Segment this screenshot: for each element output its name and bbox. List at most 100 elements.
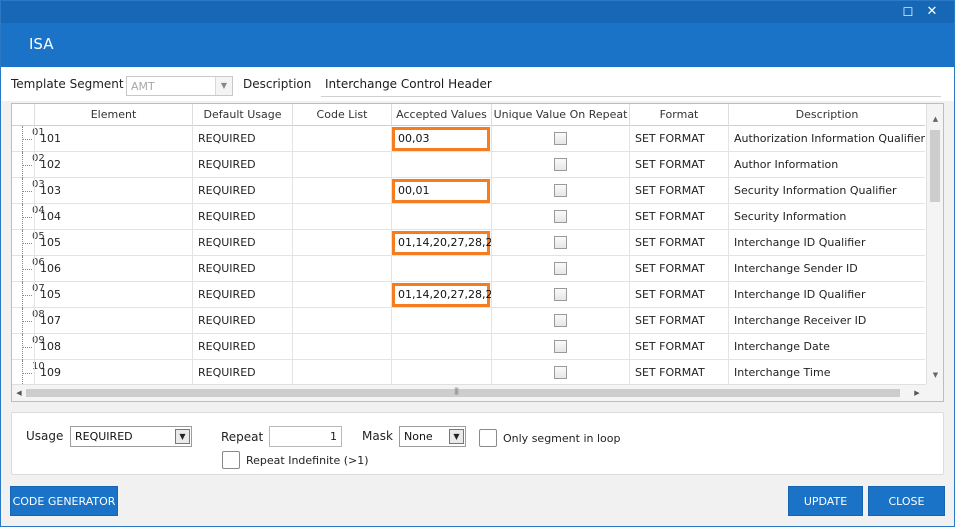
element-cell[interactable]: 105 [34, 230, 192, 256]
default-usage-cell[interactable]: REQUIRED [192, 230, 292, 256]
table-row[interactable]: 06 106 REQUIRED SET FORMAT Interchange Sende… [12, 256, 925, 282]
code-list-cell[interactable] [292, 308, 391, 334]
scroll-left-icon[interactable]: ◀ [13, 386, 25, 400]
element-cell[interactable]: 108 [34, 334, 192, 360]
column-header[interactable]: Default Usage [192, 104, 292, 126]
element-cell[interactable]: 103 [34, 178, 192, 204]
default-usage-cell[interactable]: REQUIRED [192, 334, 292, 360]
close-icon[interactable]: ✕ [923, 4, 941, 20]
unique-value-checkbox[interactable] [554, 366, 567, 379]
table-row[interactable]: 07 105 REQUIRED 01,14,20,27,28,2 SET FORMAT I… [12, 282, 925, 308]
element-cell[interactable]: 106 [34, 256, 192, 282]
accepted-values-cell[interactable] [391, 256, 491, 282]
format-cell[interactable]: SET FORMAT [629, 360, 728, 386]
column-header[interactable]: Unique Value On Repeat [491, 104, 629, 126]
column-header[interactable]: Accepted Values [391, 104, 491, 126]
unique-value-cell[interactable] [491, 334, 629, 360]
update-button[interactable]: UPDATE [788, 486, 863, 516]
unique-value-checkbox[interactable] [554, 314, 567, 327]
vertical-scroll-thumb[interactable] [930, 130, 940, 202]
accepted-values-cell[interactable] [391, 334, 491, 360]
table-row[interactable]: 05 105 REQUIRED 01,14,20,27,28,2 SET FORMAT I… [12, 230, 925, 256]
default-usage-cell[interactable]: REQUIRED [192, 256, 292, 282]
column-header[interactable]: Code List [292, 104, 391, 126]
format-cell[interactable]: SET FORMAT [629, 282, 728, 308]
table-row[interactable]: 10 109 REQUIRED SET FORMAT Interchange Time [12, 360, 925, 386]
code-list-cell[interactable] [292, 282, 391, 308]
default-usage-cell[interactable]: REQUIRED [192, 126, 292, 152]
unique-value-checkbox[interactable] [554, 340, 567, 353]
repeat-input[interactable]: 1 [269, 426, 342, 447]
horizontal-scrollbar[interactable]: ◀ ||| ▶ [12, 384, 926, 401]
code-list-cell[interactable] [292, 204, 391, 230]
code-list-cell[interactable] [292, 126, 391, 152]
code-list-cell[interactable] [292, 152, 391, 178]
element-cell[interactable]: 101 [34, 126, 192, 152]
unique-value-checkbox[interactable] [554, 236, 567, 249]
code-list-cell[interactable] [292, 230, 391, 256]
horizontal-scroll-thumb[interactable] [26, 389, 900, 397]
format-cell[interactable]: SET FORMAT [629, 334, 728, 360]
element-cell[interactable]: 102 [34, 152, 192, 178]
unique-value-checkbox[interactable] [554, 262, 567, 275]
scroll-right-icon[interactable]: ▶ [911, 386, 923, 400]
unique-value-cell[interactable] [491, 230, 629, 256]
description-cell[interactable]: Security Information [728, 204, 925, 230]
unique-value-cell[interactable] [491, 256, 629, 282]
table-row[interactable]: 04 104 REQUIRED SET FORMAT Security Informat… [12, 204, 925, 230]
code-list-cell[interactable] [292, 334, 391, 360]
close-button[interactable]: CLOSE [868, 486, 945, 516]
unique-value-checkbox[interactable] [554, 184, 567, 197]
code-generator-button[interactable]: CODE GENERATOR [10, 486, 118, 516]
code-list-cell[interactable] [292, 178, 391, 204]
element-cell[interactable]: 109 [34, 360, 192, 386]
description-input[interactable]: Interchange Control Header [321, 73, 941, 97]
accepted-values-highlight[interactable]: 01,14,20,27,28,2 [392, 231, 491, 255]
accepted-values-cell[interactable] [391, 204, 491, 230]
scroll-down-icon[interactable]: ▼ [927, 368, 943, 382]
unique-value-checkbox[interactable] [554, 132, 567, 145]
table-row[interactable]: 02 102 REQUIRED SET FORMAT Author Informatio… [12, 152, 925, 178]
unique-value-checkbox[interactable] [554, 210, 567, 223]
only-segment-checkbox[interactable] [479, 429, 497, 447]
format-cell[interactable]: SET FORMAT [629, 230, 728, 256]
format-cell[interactable]: SET FORMAT [629, 204, 728, 230]
default-usage-cell[interactable]: REQUIRED [192, 204, 292, 230]
accepted-values-cell[interactable]: 01,14,20,27,28,2 [391, 230, 491, 256]
description-cell[interactable]: Authorization Information Qualifier [728, 126, 925, 152]
unique-value-cell[interactable] [491, 282, 629, 308]
accepted-values-cell[interactable]: 01,14,20,27,28,2 [391, 282, 491, 308]
chevron-down-icon[interactable]: ▼ [449, 429, 464, 444]
format-cell[interactable]: SET FORMAT [629, 256, 728, 282]
accepted-values-cell[interactable] [391, 360, 491, 386]
default-usage-cell[interactable]: REQUIRED [192, 152, 292, 178]
table-row[interactable]: 03 103 REQUIRED 00,01 SET FORMAT Security Inf… [12, 178, 925, 204]
description-cell[interactable]: Interchange ID Qualifier [728, 230, 925, 256]
code-list-cell[interactable] [292, 256, 391, 282]
unique-value-cell[interactable] [491, 360, 629, 386]
mask-select[interactable]: None ▼ [399, 426, 466, 447]
unique-value-cell[interactable] [491, 152, 629, 178]
accepted-values-cell[interactable]: 00,03 [391, 126, 491, 152]
unique-value-cell[interactable] [491, 308, 629, 334]
template-segment-select[interactable]: AMT ▼ [126, 76, 233, 96]
accepted-values-cell[interactable] [391, 308, 491, 334]
format-cell[interactable]: SET FORMAT [629, 126, 728, 152]
format-cell[interactable]: SET FORMAT [629, 152, 728, 178]
description-cell[interactable]: Interchange Receiver ID [728, 308, 925, 334]
code-list-cell[interactable] [292, 360, 391, 386]
default-usage-cell[interactable]: REQUIRED [192, 308, 292, 334]
scroll-up-icon[interactable]: ▲ [927, 112, 943, 126]
unique-value-checkbox[interactable] [554, 158, 567, 171]
repeat-indefinite-checkbox[interactable] [222, 451, 240, 469]
format-cell[interactable]: SET FORMAT [629, 308, 728, 334]
column-header[interactable]: Description [728, 104, 925, 126]
description-cell[interactable]: Interchange Sender ID [728, 256, 925, 282]
unique-value-cell[interactable] [491, 204, 629, 230]
accepted-values-highlight[interactable]: 00,01 [392, 179, 490, 203]
column-header[interactable]: Format [629, 104, 728, 126]
default-usage-cell[interactable]: REQUIRED [192, 360, 292, 386]
table-row[interactable]: 09 108 REQUIRED SET FORMAT Interchange Date [12, 334, 925, 360]
element-cell[interactable]: 104 [34, 204, 192, 230]
element-cell[interactable]: 107 [34, 308, 192, 334]
